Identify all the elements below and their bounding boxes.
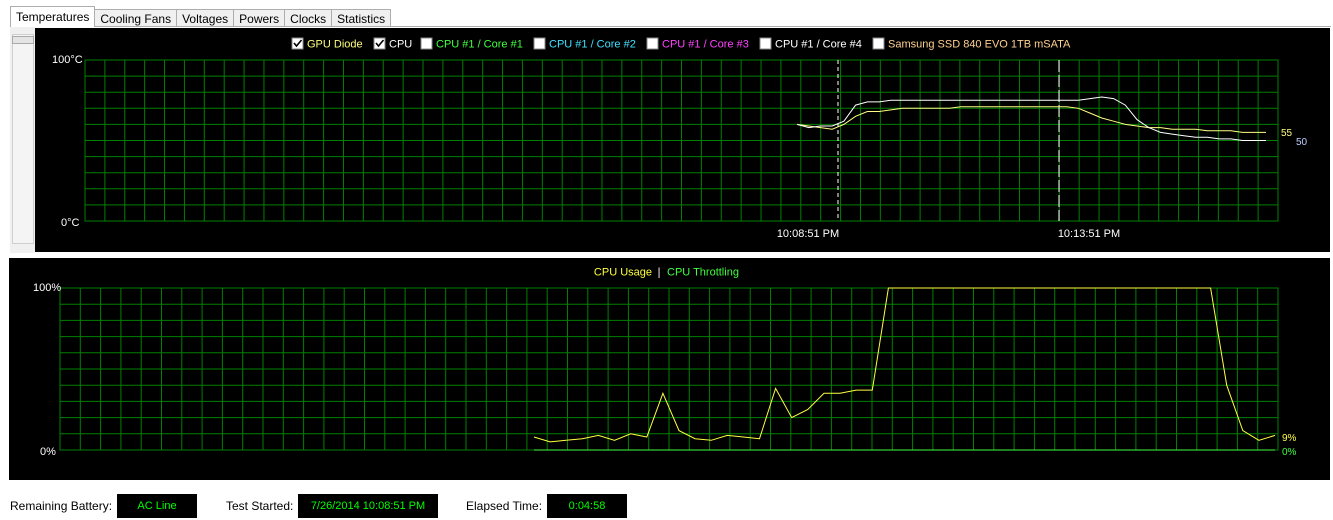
cpu-usage-line: [533, 287, 1276, 443]
legend-gpu-diode[interactable]: GPU Diode: [291, 37, 363, 51]
scrollbar-thumb[interactable]: [12, 36, 34, 44]
time-label-1: 10:08:51 PM: [777, 228, 839, 240]
tab-clocks[interactable]: Clocks: [284, 9, 333, 27]
cpu-current-value: 50: [1296, 137, 1308, 148]
checkbox-core-2[interactable]: [533, 37, 546, 50]
checkbox-ssd[interactable]: [872, 37, 885, 50]
time-label-2: 10:13:51 PM: [1058, 228, 1120, 240]
tab-powers[interactable]: Powers: [233, 9, 286, 27]
legend-cpu[interactable]: CPU: [373, 37, 412, 51]
legend-label: CPU: [389, 39, 412, 51]
legend-label: CPU #1 / Core #1: [436, 39, 523, 51]
gpu-current-value: 55: [1281, 128, 1293, 139]
legend-separator: |: [658, 267, 661, 279]
elapsed-value: 0:04:58: [547, 494, 627, 518]
temp-y-min-label: 0°C: [61, 217, 80, 229]
temperature-series: [796, 96, 1266, 141]
legend-label: CPU #1 / Core #4: [775, 39, 862, 51]
legend-core-3[interactable]: CPU #1 / Core #3: [646, 37, 749, 51]
temp-y-max-label: 100°C: [52, 54, 83, 66]
legend-core-1[interactable]: CPU #1 / Core #1: [420, 37, 523, 51]
tab-statistics[interactable]: Statistics: [331, 9, 392, 27]
legend-cpu-throttling: CPU Throttling: [667, 267, 739, 279]
legend-label: CPU #1 / Core #2: [549, 39, 636, 51]
usage-y-max-label: 100%: [33, 282, 61, 294]
legend-label: GPU Diode: [307, 39, 363, 51]
checkbox-core-1[interactable]: [420, 37, 433, 50]
legend-core-2[interactable]: CPU #1 / Core #2: [533, 37, 636, 51]
cpu-usage-chart-svg: 100% 0% 9% 0% CPU Usage | CPU Throttling: [33, 267, 1297, 459]
tab-voltages[interactable]: Voltages: [176, 9, 235, 27]
battery-value: AC Line: [117, 494, 197, 518]
temperature-chart: 100°C 0°C 10:08:51 PM 10:13:51 PM 55 50 …: [35, 28, 1330, 252]
test-started-label: Test Started:: [226, 499, 294, 513]
legend-label: CPU #1 / Core #3: [662, 39, 749, 51]
temperature-legend: GPU Diode CPU CPU #1 / Core #1 CPU #1 / …: [291, 37, 1071, 51]
tab-divider: [10, 26, 1331, 27]
gpu-diode-line: [796, 106, 1266, 133]
usage-grid: [59, 287, 1279, 451]
checkbox-core-4[interactable]: [759, 37, 772, 50]
cpu-line: [796, 96, 1266, 141]
tab-bar: Temperatures Cooling Fans Voltages Power…: [10, 6, 392, 27]
legend-label: Samsung SSD 840 EVO 1TB mSATA: [888, 39, 1071, 51]
tab-cooling-fans[interactable]: Cooling Fans: [94, 9, 178, 27]
elapsed-label: Elapsed Time:: [466, 499, 543, 513]
legend-ssd[interactable]: Samsung SSD 840 EVO 1TB mSATA: [872, 37, 1071, 51]
temperature-chart-svg: 100°C 0°C 10:08:51 PM 10:13:51 PM 55 50 …: [52, 37, 1308, 240]
legend-cpu-usage: CPU Usage: [594, 267, 652, 279]
usage-y-min-label: 0%: [40, 446, 56, 458]
vertical-scrollbar[interactable]: [12, 34, 34, 244]
usage-current-value: 9%: [1282, 433, 1297, 444]
checkbox-core-3[interactable]: [646, 37, 659, 50]
test-started-value: 7/26/2014 10:08:51 PM: [298, 494, 438, 518]
battery-label: Remaining Battery:: [10, 499, 113, 513]
tab-temperatures[interactable]: Temperatures: [10, 6, 96, 27]
temperature-grid: [84, 59, 1279, 222]
legend-core-4[interactable]: CPU #1 / Core #4: [759, 37, 862, 51]
cpu-usage-chart: 100% 0% 9% 0% CPU Usage | CPU Throttling: [9, 258, 1330, 480]
throttling-current-value: 0%: [1282, 447, 1297, 458]
usage-legend: CPU Usage | CPU Throttling: [594, 267, 739, 279]
